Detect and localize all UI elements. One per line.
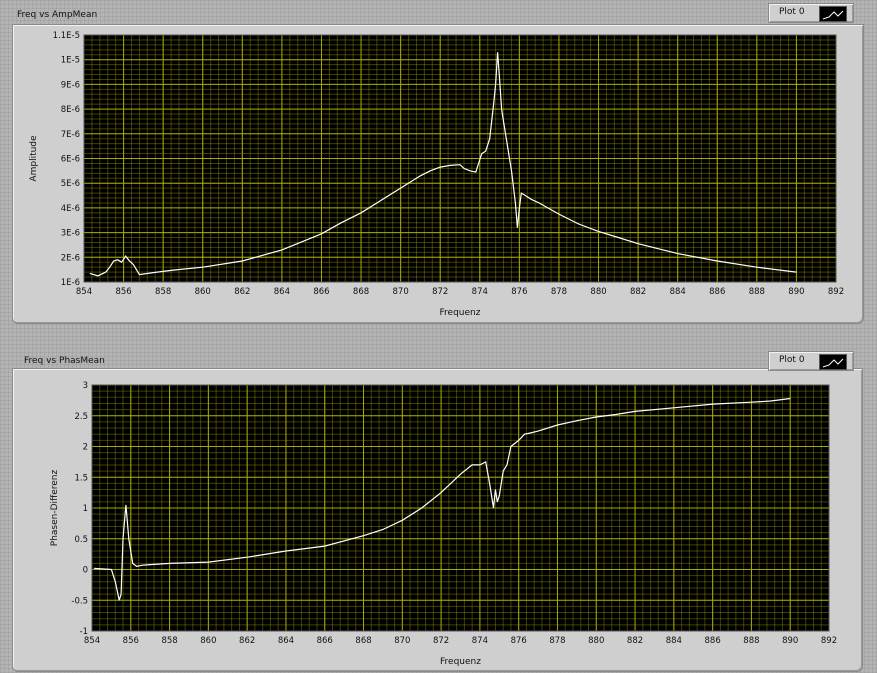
x-tick-label: 876 bbox=[511, 636, 527, 646]
x-tick-label: 862 bbox=[234, 287, 250, 297]
y-tick-label: 7E-6 bbox=[61, 130, 80, 140]
x-tick-label: 882 bbox=[630, 287, 646, 297]
x-tick-label: 880 bbox=[590, 287, 606, 297]
x-tick-label: 884 bbox=[670, 287, 686, 297]
y-tick-label: -0.5 bbox=[71, 596, 88, 606]
y-axis-title: Phasen-Differenz bbox=[50, 469, 60, 546]
x-tick-label: 870 bbox=[394, 636, 410, 646]
x-tick-label: 870 bbox=[393, 287, 409, 297]
x-tick-label: 888 bbox=[743, 636, 759, 646]
y-tick-label: 6E-6 bbox=[61, 155, 80, 165]
x-tick-label: 888 bbox=[749, 287, 765, 297]
y-tick-label: 2 bbox=[83, 443, 88, 453]
grid bbox=[91, 384, 830, 632]
x-tick-label: 860 bbox=[195, 287, 211, 297]
x-tick-label: 872 bbox=[433, 636, 449, 646]
x-tick-label: 866 bbox=[317, 636, 333, 646]
y-tick-label: 3E-6 bbox=[61, 229, 80, 239]
y-tick-label: 2.5 bbox=[74, 412, 88, 422]
x-tick-label: 890 bbox=[782, 636, 798, 646]
y-tick-label: 8E-6 bbox=[61, 105, 80, 115]
y-tick-label: 3 bbox=[83, 381, 88, 391]
y-tick-label: 0 bbox=[83, 566, 88, 576]
y-tick-label: 1.5 bbox=[74, 473, 88, 483]
x-tick-label: 884 bbox=[666, 636, 682, 646]
x-tick-label: 880 bbox=[588, 636, 604, 646]
x-tick-label: 858 bbox=[155, 287, 171, 297]
x-tick-label: 854 bbox=[84, 636, 100, 646]
x-tick-label: 858 bbox=[161, 636, 177, 646]
x-tick-label: 856 bbox=[123, 636, 139, 646]
x-tick-label: 874 bbox=[472, 287, 488, 297]
x-tick-label: 882 bbox=[627, 636, 643, 646]
x-axis-title: Frequenz bbox=[440, 308, 481, 318]
y-tick-label: 4E-6 bbox=[61, 204, 80, 214]
y-tick-label: 1E-6 bbox=[61, 278, 80, 288]
y-tick-label: 5E-6 bbox=[61, 179, 80, 189]
y-tick-label: 1.1E-5 bbox=[53, 31, 80, 41]
y-tick-label: 1 bbox=[83, 504, 88, 514]
x-tick-label: 886 bbox=[709, 287, 725, 297]
y-tick-label: -1 bbox=[80, 627, 88, 637]
x-tick-label: 862 bbox=[239, 636, 255, 646]
y-tick-label: 2E-6 bbox=[61, 253, 80, 263]
x-tick-label: 878 bbox=[551, 287, 567, 297]
y-tick-label: 0.5 bbox=[74, 535, 88, 545]
x-tick-label: 860 bbox=[200, 636, 216, 646]
x-tick-label: 872 bbox=[432, 287, 448, 297]
y-tick-label: 1E-5 bbox=[61, 56, 80, 66]
x-tick-label: 856 bbox=[115, 287, 131, 297]
chart-0: 854 856 858 860 862 864 866 868 870 872 874 876 878 8… bbox=[29, 31, 844, 318]
x-tick-label: 874 bbox=[472, 636, 488, 646]
x-tick-label: 868 bbox=[355, 636, 371, 646]
x-tick-label: 892 bbox=[821, 636, 837, 646]
x-tick-label: 854 bbox=[76, 287, 92, 297]
x-tick-label: 886 bbox=[705, 636, 721, 646]
charts-canvas: 854 856 858 860 862 864 866 868 870 872 874 876 878 8… bbox=[29, 31, 844, 667]
x-tick-label: 866 bbox=[313, 287, 329, 297]
x-axis-title: Frequenz bbox=[440, 657, 481, 667]
x-tick-label: 892 bbox=[828, 287, 844, 297]
x-tick-label: 876 bbox=[511, 287, 527, 297]
chart-1: 854 856 858 860 862 864 866 868 870 872 874 876 878 8… bbox=[50, 381, 837, 667]
x-tick-label: 868 bbox=[353, 287, 369, 297]
x-tick-label: 864 bbox=[274, 287, 290, 297]
x-tick-label: 878 bbox=[549, 636, 565, 646]
x-tick-label: 864 bbox=[278, 636, 294, 646]
x-tick-label: 890 bbox=[788, 287, 804, 297]
y-axis-title: Amplitude bbox=[29, 135, 39, 182]
y-tick-label: 9E-6 bbox=[61, 80, 80, 90]
